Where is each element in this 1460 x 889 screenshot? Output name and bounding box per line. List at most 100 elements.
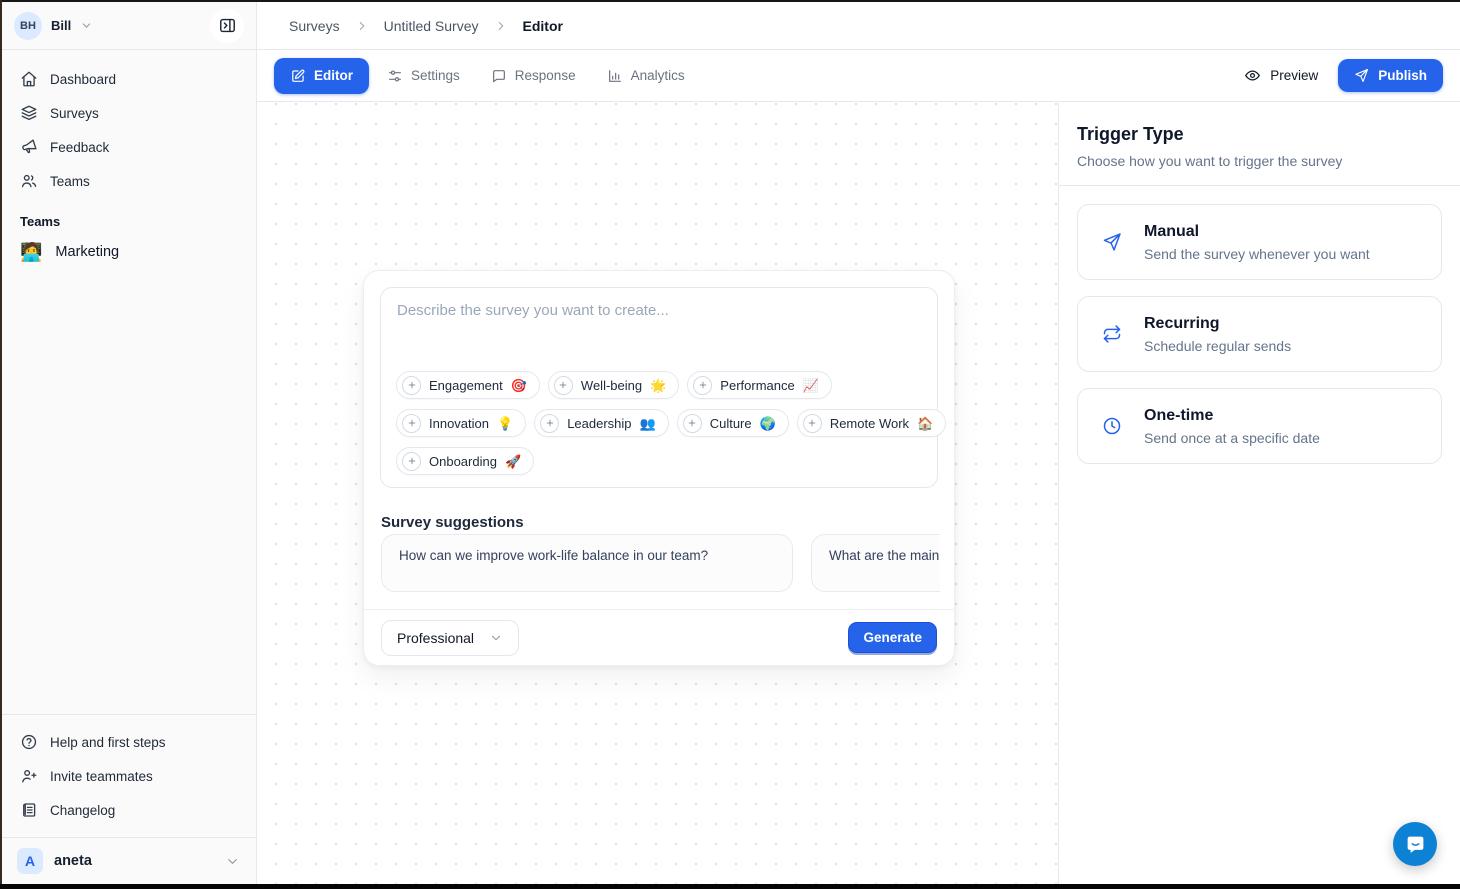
account-menu[interactable]: A aneta xyxy=(2,837,256,884)
bar-chart-icon xyxy=(607,68,623,84)
window-edge-top xyxy=(0,0,1460,2)
home-icon xyxy=(20,70,38,88)
tab-label: Response xyxy=(515,68,576,83)
topic-chip-onboarding[interactable]: Onboarding 🚀 xyxy=(396,447,534,475)
chip-label: Onboarding xyxy=(429,454,497,469)
generator-footer: Professional Generate xyxy=(364,609,954,665)
eye-icon xyxy=(1244,67,1261,84)
prompt-input-box: Engagement 🎯 Well-being 🌟 Performance 📈 xyxy=(380,287,938,488)
chip-label: Performance xyxy=(720,378,794,393)
sidebar: BH Bill Dashboard Surveys Feedback xyxy=(2,2,257,884)
tab-label: Analytics xyxy=(631,68,685,83)
sidebar-footer: Help and first steps Invite teammates Ch… xyxy=(2,714,256,837)
toolbar-actions: Preview Publish xyxy=(1244,59,1443,92)
tone-select[interactable]: Professional xyxy=(381,620,519,656)
topic-chip-wellbeing[interactable]: Well-being 🌟 xyxy=(548,371,679,399)
sidebar-item-changelog[interactable]: Changelog xyxy=(10,793,248,827)
help-circle-icon xyxy=(20,733,38,751)
editor-canvas[interactable]: Engagement 🎯 Well-being 🌟 Performance 📈 xyxy=(257,103,1058,884)
tab-settings[interactable]: Settings xyxy=(374,58,473,94)
sidebar-collapse-button[interactable] xyxy=(210,9,244,43)
topic-chip-culture[interactable]: Culture 🌍 xyxy=(677,409,789,437)
window-edge-bottom xyxy=(0,884,1460,889)
generate-button[interactable]: Generate xyxy=(848,622,937,653)
workspace-switcher[interactable]: BH Bill xyxy=(2,2,256,50)
trigger-options: Manual Send the survey whenever you want… xyxy=(1059,186,1460,498)
breadcrumb-surveys[interactable]: Surveys xyxy=(289,18,340,34)
megaphone-icon xyxy=(20,138,38,156)
topic-chip-leadership[interactable]: Leadership 👥 xyxy=(534,409,669,437)
survey-description-input[interactable] xyxy=(381,288,937,354)
trigger-option-text: One-time Send once at a specific date xyxy=(1144,407,1320,446)
panel-subtitle: Choose how you want to trigger the surve… xyxy=(1077,153,1442,169)
tab-editor[interactable]: Editor xyxy=(274,58,369,94)
chat-launcher-button[interactable] xyxy=(1393,822,1437,866)
publish-label: Publish xyxy=(1378,68,1427,83)
topic-chip-innovation[interactable]: Innovation 💡 xyxy=(396,409,526,437)
trigger-option-description: Schedule regular sends xyxy=(1144,338,1291,354)
suggestion-card[interactable]: What are the main ob xyxy=(811,534,940,592)
topic-chip-engagement[interactable]: Engagement 🎯 xyxy=(396,371,540,399)
trigger-option-manual[interactable]: Manual Send the survey whenever you want xyxy=(1077,204,1442,280)
chip-row: Innovation 💡 Leadership 👥 Culture 🌍 xyxy=(396,409,925,437)
sidebar-item-surveys[interactable]: Surveys xyxy=(10,96,248,130)
suggestion-card[interactable]: How can we improve work-life balance in … xyxy=(381,534,793,592)
topic-chip-performance[interactable]: Performance 📈 xyxy=(687,371,832,399)
repeat-icon xyxy=(1102,324,1122,344)
plus-icon xyxy=(683,414,702,433)
sidebar-item-teams[interactable]: Teams xyxy=(10,164,248,198)
breadcrumb-untitled-survey[interactable]: Untitled Survey xyxy=(384,18,479,34)
preview-button[interactable]: Preview xyxy=(1244,67,1318,84)
window-edge-left xyxy=(0,0,2,889)
plus-icon xyxy=(402,452,421,471)
tab-analytics[interactable]: Analytics xyxy=(594,58,698,94)
chevron-down-icon xyxy=(489,631,503,645)
chip-emoji: 🚀 xyxy=(505,455,521,468)
chip-emoji: 💡 xyxy=(497,417,513,430)
chip-label: Innovation xyxy=(429,416,489,431)
chip-emoji: 🏠 xyxy=(917,417,933,430)
chip-label: Culture xyxy=(710,416,752,431)
workspace-avatar: BH xyxy=(14,12,42,40)
team-label: Marketing xyxy=(55,244,119,260)
trigger-option-description: Send once at a specific date xyxy=(1144,430,1320,446)
tone-value: Professional xyxy=(397,630,474,646)
chip-label: Leadership xyxy=(567,416,631,431)
sidebar-nav: Dashboard Surveys Feedback Teams xyxy=(2,50,256,198)
editor-toolbar: Editor Settings Response Analytics Previ… xyxy=(257,50,1460,102)
sliders-icon xyxy=(387,68,403,84)
suggestions-title: Survey suggestions xyxy=(381,514,524,531)
chip-label: Engagement xyxy=(429,378,503,393)
trigger-option-one-time[interactable]: One-time Send once at a specific date xyxy=(1077,388,1442,464)
chat-bubble-icon xyxy=(491,68,507,84)
sidebar-item-label: Surveys xyxy=(50,106,99,121)
suggestions-row: How can we improve work-life balance in … xyxy=(381,534,940,592)
sidebar-team-marketing[interactable]: 🧑‍💻 Marketing xyxy=(2,237,256,267)
breadcrumb: Surveys Untitled Survey Editor xyxy=(257,2,1460,50)
send-icon xyxy=(1102,232,1122,252)
panel-title: Trigger Type xyxy=(1077,124,1442,145)
tab-label: Settings xyxy=(411,68,460,83)
publish-button[interactable]: Publish xyxy=(1338,59,1443,92)
sidebar-item-help[interactable]: Help and first steps xyxy=(10,725,248,759)
sidebar-item-invite[interactable]: Invite teammates xyxy=(10,759,248,793)
trigger-option-title: Manual xyxy=(1144,223,1370,241)
account-avatar: A xyxy=(17,848,43,874)
chip-row: Onboarding 🚀 xyxy=(396,447,925,475)
plus-icon xyxy=(402,376,421,395)
chip-row: Engagement 🎯 Well-being 🌟 Performance 📈 xyxy=(396,371,925,399)
tab-response[interactable]: Response xyxy=(478,58,589,94)
plus-icon xyxy=(554,376,573,395)
trigger-option-description: Send the survey whenever you want xyxy=(1144,246,1370,262)
chat-smile-icon xyxy=(1405,834,1426,855)
sidebar-item-label: Help and first steps xyxy=(50,735,166,750)
trigger-option-recurring[interactable]: Recurring Schedule regular sends xyxy=(1077,296,1442,372)
sidebar-spacer xyxy=(2,267,256,714)
chevron-right-icon xyxy=(355,19,369,33)
sidebar-item-feedback[interactable]: Feedback xyxy=(10,130,248,164)
sidebar-item-dashboard[interactable]: Dashboard xyxy=(10,62,248,96)
topic-chip-remote-work[interactable]: Remote Work 🏠 xyxy=(797,409,946,437)
plus-icon xyxy=(803,414,822,433)
team-emoji: 🧑‍💻 xyxy=(20,243,42,261)
plus-icon xyxy=(402,414,421,433)
